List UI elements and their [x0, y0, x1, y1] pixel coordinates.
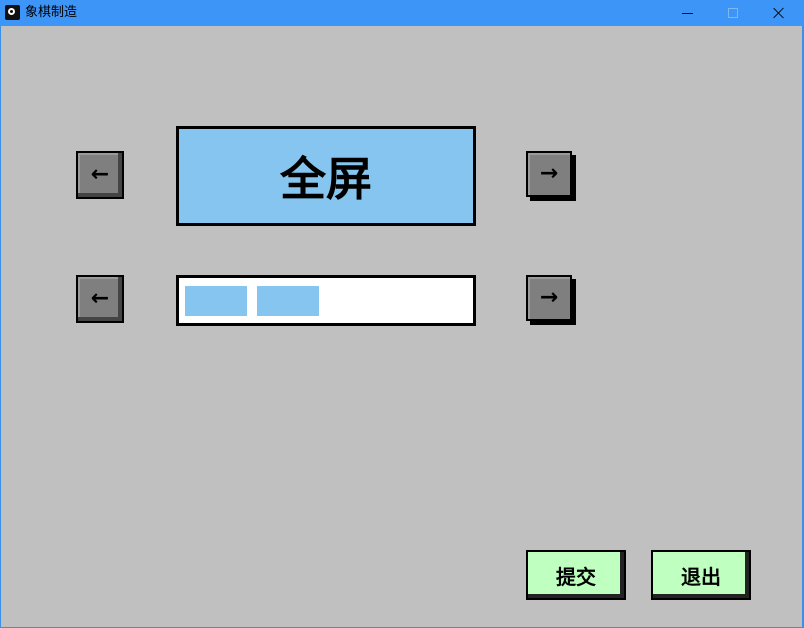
- submit-button[interactable]: 提交: [526, 550, 626, 600]
- maximize-button[interactable]: [710, 0, 756, 26]
- display-mode-label: 全屏: [280, 152, 372, 206]
- minimize-button[interactable]: [664, 0, 710, 26]
- exit-button-label: 退出: [681, 564, 721, 589]
- window-title: 象棋制造: [25, 5, 78, 20]
- close-button[interactable]: [756, 0, 802, 26]
- level-segment-2: [257, 286, 319, 316]
- level-prev-button[interactable]: ←: [76, 275, 124, 323]
- maximize-icon: [728, 8, 738, 18]
- level-next-button[interactable]: →: [526, 275, 572, 321]
- display-mode-prev-button[interactable]: ←: [76, 151, 124, 199]
- display-mode-next-button[interactable]: →: [526, 151, 572, 197]
- title-bar: 象棋制造: [0, 0, 804, 26]
- level-segment-1: [185, 286, 247, 316]
- arrow-right-icon: →: [539, 161, 559, 186]
- app-icon: [5, 5, 20, 20]
- arrow-right-icon: →: [539, 285, 559, 310]
- game-settings-panel: ← 全屏 → ← → 提交 退出: [1, 26, 802, 627]
- close-icon: [773, 7, 785, 19]
- exit-button[interactable]: 退出: [651, 550, 751, 600]
- submit-button-label: 提交: [556, 564, 596, 589]
- minimize-icon: [681, 12, 693, 14]
- display-mode-value-box: 全屏: [176, 126, 476, 226]
- level-indicator-bar: [176, 275, 476, 326]
- arrow-left-icon: ←: [90, 286, 110, 311]
- arrow-left-icon: ←: [90, 162, 110, 187]
